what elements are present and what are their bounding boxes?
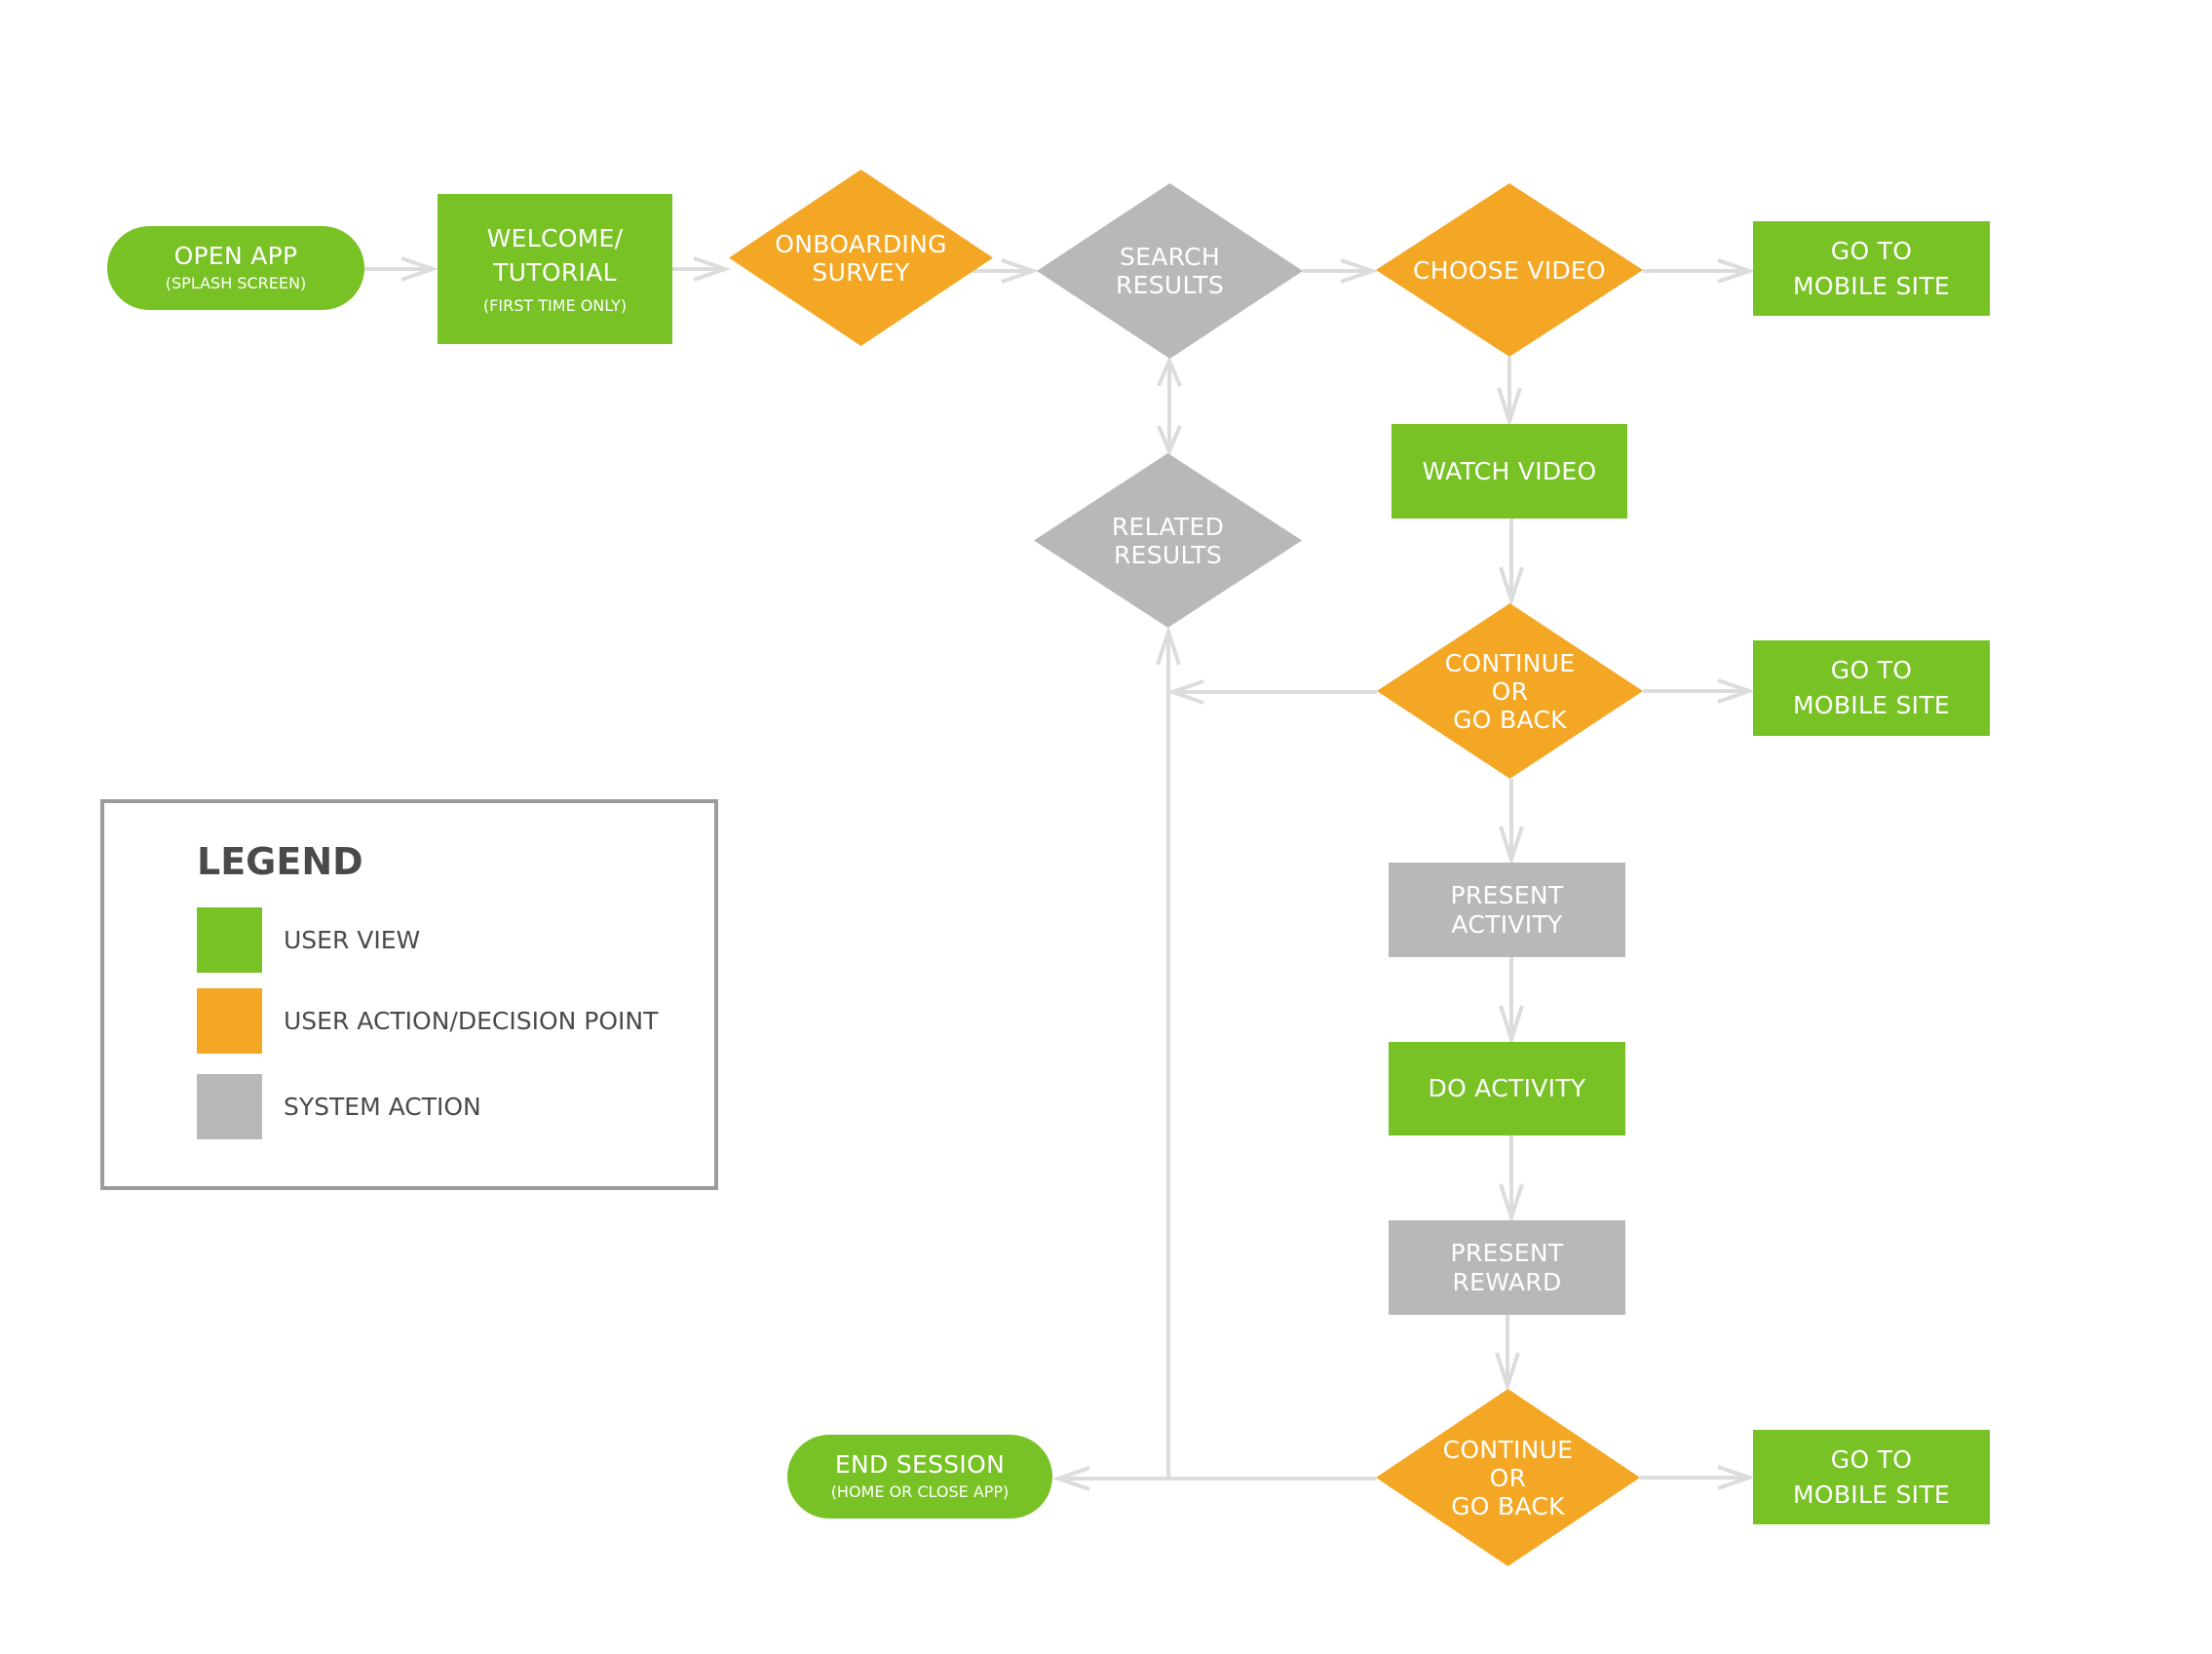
continue-2-line1: CONTINUE: [1442, 1435, 1574, 1464]
related-label-line2: RESULTS: [1113, 540, 1223, 569]
onboarding-survey-node[interactable]: ONBOARDING SURVEY: [729, 170, 993, 346]
legend-item-user-view: USER VIEW: [197, 907, 420, 973]
legend-title: LEGEND: [197, 840, 363, 883]
legend-swatch-gray: [197, 1074, 262, 1139]
present-activity-node[interactable]: PRESENT ACTIVITY: [1389, 863, 1625, 957]
edge-continue2-to-mobile-site: [1640, 1465, 1756, 1490]
onboarding-label-line1: ONBOARDING: [775, 229, 947, 258]
legend-swatch-orange: [197, 988, 262, 1054]
welcome-label-line2: TUTORIAL: [493, 258, 617, 287]
edge-welcome-to-onboarding: [672, 256, 732, 282]
edge-continue-to-related: [1165, 679, 1377, 705]
continue-2-line3: GO BACK: [1451, 1491, 1565, 1520]
legend-label: USER VIEW: [284, 926, 421, 954]
edge-do-activity-to-present-reward: [1499, 1135, 1524, 1224]
continue-2-line2: OR: [1489, 1463, 1527, 1492]
related-results-node[interactable]: RELATED RESULTS: [1034, 453, 1302, 628]
legend-label: USER ACTION/DECISION POINT: [284, 1007, 659, 1035]
related-label-line1: RELATED: [1111, 512, 1225, 541]
do-activity-node[interactable]: DO ACTIVITY: [1389, 1042, 1625, 1135]
open-app-label: OPEN APP: [173, 242, 298, 270]
mobile-site-1-line1: GO TO: [1830, 236, 1913, 265]
present-activity-line1: PRESENT: [1450, 880, 1564, 909]
continue-1-line3: GO BACK: [1453, 705, 1567, 734]
continue-or-go-back-node-2[interactable]: CONTINUE OR GO BACK: [1376, 1389, 1640, 1566]
end-session-label: END SESSION: [834, 1450, 1006, 1479]
mobile-site-3-line2: MOBILE SITE: [1792, 1480, 1951, 1509]
present-reward-line1: PRESENT: [1450, 1238, 1564, 1267]
edge-present-activity-to-do-activity: [1499, 957, 1524, 1046]
edge-watch-video-to-continue: [1499, 519, 1524, 607]
legend-label: SYSTEM ACTION: [284, 1093, 481, 1121]
edge-open-app-to-welcome: [364, 256, 439, 282]
edge-trunk-to-related: [1156, 625, 1181, 1479]
edge-continue-to-present-activity: [1499, 779, 1524, 866]
legend-swatch-green: [197, 907, 262, 973]
search-label-line1: SEARCH: [1120, 243, 1220, 271]
legend-item-system-action: SYSTEM ACTION: [197, 1074, 481, 1139]
watch-video-node[interactable]: WATCH VIDEO: [1392, 424, 1627, 519]
present-reward-line2: REWARD: [1452, 1267, 1562, 1296]
open-app-node[interactable]: OPEN APP (SPLASH SCREEN): [107, 226, 364, 310]
go-to-mobile-site-node-1[interactable]: GO TO MOBILE SITE: [1753, 221, 1990, 316]
legend-item-user-action: USER ACTION/DECISION POINT: [197, 988, 658, 1054]
end-session-sublabel: (HOME OR CLOSE APP): [830, 1482, 1010, 1501]
welcome-sublabel: (FIRST TIME ONLY): [482, 296, 628, 315]
mobile-site-1-line2: MOBILE SITE: [1792, 271, 1951, 300]
edge-choose-video-to-mobile-site: [1643, 258, 1756, 284]
welcome-label-line1: WELCOME/: [486, 224, 624, 252]
mobile-site-2-line1: GO TO: [1830, 656, 1913, 684]
search-results-node[interactable]: SEARCH RESULTS: [1037, 183, 1303, 359]
edge-search-to-choose-video: [1303, 258, 1379, 284]
legend: LEGEND USER VIEW USER ACTION/DECISION PO…: [100, 799, 718, 1190]
present-activity-line2: ACTIVITY: [1451, 909, 1563, 939]
edge-present-reward-to-continue: [1495, 1315, 1520, 1393]
open-app-sublabel: (SPLASH SCREEN): [165, 274, 307, 292]
mobile-site-3-line1: GO TO: [1830, 1444, 1913, 1474]
go-to-mobile-site-node-3[interactable]: GO TO MOBILE SITE: [1753, 1430, 1990, 1524]
mobile-site-2-line2: MOBILE SITE: [1792, 691, 1951, 719]
choose-video-node[interactable]: CHOOSE VIDEO: [1376, 183, 1643, 357]
present-reward-node[interactable]: PRESENT REWARD: [1389, 1220, 1625, 1315]
choose-video-label: CHOOSE VIDEO: [1412, 255, 1607, 285]
search-label-line2: RESULTS: [1115, 271, 1225, 299]
do-activity-label: DO ACTIVITY: [1428, 1074, 1586, 1102]
onboarding-label-line2: SURVEY: [812, 257, 910, 287]
edge-continue2-to-end-session: [1051, 1466, 1376, 1491]
edge-continue-to-mobile-site: [1643, 678, 1756, 704]
continue-or-go-back-node-1[interactable]: CONTINUE OR GO BACK: [1377, 603, 1643, 779]
watch-video-label: WATCH VIDEO: [1422, 456, 1597, 485]
end-session-node[interactable]: END SESSION (HOME OR CLOSE APP): [787, 1435, 1052, 1519]
go-to-mobile-site-node-2[interactable]: GO TO MOBILE SITE: [1753, 640, 1990, 736]
edge-choose-video-to-watch-video: [1497, 357, 1522, 428]
continue-1-line1: CONTINUE: [1444, 648, 1576, 677]
edge-search-related-bidirectional: [1157, 355, 1182, 457]
welcome-tutorial-node[interactable]: WELCOME/ TUTORIAL (FIRST TIME ONLY): [438, 194, 672, 344]
continue-1-line2: OR: [1491, 676, 1529, 706]
